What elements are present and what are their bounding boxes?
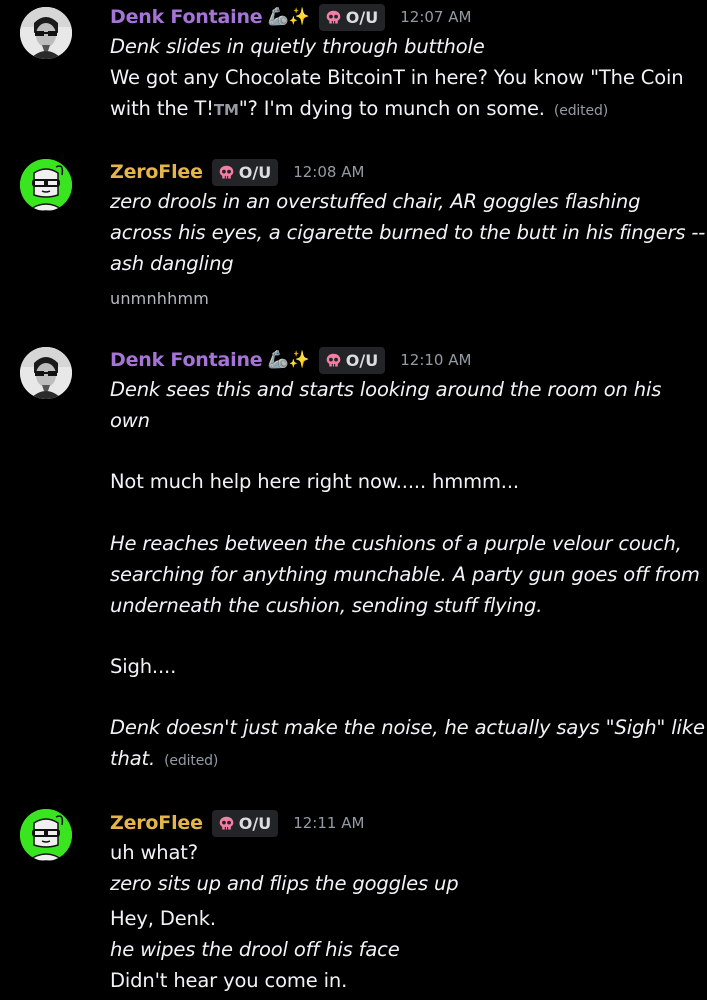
- tag-label: O/U: [238, 162, 272, 182]
- arm-sparkles-icon: 🦾✨: [267, 7, 310, 27]
- skull-icon: [326, 10, 341, 23]
- message-line: Denk doesn't just make the noise, he act…: [110, 716, 705, 739]
- role-tag[interactable]: O/U: [211, 809, 279, 837]
- message-line: Denk slides in quietly through butthole: [110, 35, 485, 58]
- username[interactable]: ZeroFlee: [110, 161, 203, 183]
- username[interactable]: ZeroFlee: [110, 812, 203, 834]
- role-tag[interactable]: O/U: [211, 158, 279, 186]
- message-line: underneath the cushion, sending stuff fl…: [110, 594, 543, 617]
- edited-label: (edited): [553, 103, 609, 119]
- message-line: own: [110, 409, 150, 432]
- message-line-composite: with the T!TM"? I'm dying to munch on so…: [110, 93, 608, 127]
- tag-label: O/U: [238, 813, 272, 833]
- username[interactable]: Denk Fontaine: [110, 6, 263, 28]
- avatar-denk[interactable]: [20, 7, 72, 59]
- message-line: We got any Chocolate BitcoinT in here? Y…: [110, 66, 684, 89]
- role-tag[interactable]: O/U: [318, 3, 386, 31]
- message-line-composite: that. (edited): [110, 743, 218, 777]
- message-text: with the T!: [110, 97, 214, 120]
- message-text: that.: [110, 747, 156, 770]
- message-line: searching for anything munchable. A part…: [110, 563, 700, 586]
- message-line: zero drools in an overstuffed chair, AR …: [110, 190, 641, 213]
- message-header: Denk Fontaine 🦾✨ O/U 12:10 AM: [110, 345, 471, 375]
- role-tag[interactable]: O/U: [318, 346, 386, 374]
- trademark-text: TM: [213, 101, 239, 119]
- skull-icon: [219, 165, 234, 178]
- zeroflee-avatar-icon: [20, 159, 72, 211]
- message-line: he wipes the drool off his face: [110, 938, 400, 961]
- username[interactable]: Denk Fontaine: [110, 349, 263, 371]
- message-header: Denk Fontaine 🦾✨ O/U 12:07 AM: [110, 2, 471, 32]
- timestamp[interactable]: 12:08 AM: [293, 163, 364, 181]
- message-line: zero sits up and flips the goggles up: [110, 872, 459, 895]
- message-line: across his eyes, a cigarette burned to t…: [110, 221, 706, 244]
- message-line: Sigh....: [110, 655, 177, 678]
- message-text: "? I'm dying to munch on some.: [238, 97, 545, 120]
- timestamp[interactable]: 12:10 AM: [400, 351, 471, 369]
- denk-avatar-icon: [20, 347, 72, 399]
- message-line: ash dangling: [110, 252, 234, 275]
- avatar-zeroflee[interactable]: [20, 809, 72, 861]
- edited-label: (edited): [164, 753, 219, 769]
- avatar-denk[interactable]: [20, 347, 72, 399]
- timestamp[interactable]: 12:07 AM: [400, 8, 471, 26]
- message-line: Hey, Denk.: [110, 907, 216, 930]
- message-line: Denk sees this and starts looking around…: [110, 378, 662, 401]
- tag-label: O/U: [345, 350, 379, 370]
- message-line: He reaches between the cushions of a pur…: [110, 532, 682, 555]
- zeroflee-avatar-icon: [20, 809, 72, 861]
- timestamp[interactable]: 12:11 AM: [293, 814, 364, 832]
- message-header: ZeroFlee O/U 12:08 AM: [110, 157, 364, 187]
- skull-icon: [219, 816, 234, 829]
- message-line: unmnhhmm: [110, 289, 210, 308]
- denk-avatar-icon: [20, 7, 72, 59]
- arm-sparkles-icon: 🦾✨: [267, 350, 310, 370]
- message-line: Didn't hear you come in.: [110, 969, 348, 992]
- tag-label: O/U: [345, 7, 379, 27]
- message-line: uh what?: [110, 841, 198, 864]
- message-line: Not much help here right now..... hmmm..…: [110, 470, 519, 493]
- avatar-zeroflee[interactable]: [20, 159, 72, 211]
- skull-icon: [326, 353, 341, 366]
- message-header: ZeroFlee O/U 12:11 AM: [110, 808, 364, 838]
